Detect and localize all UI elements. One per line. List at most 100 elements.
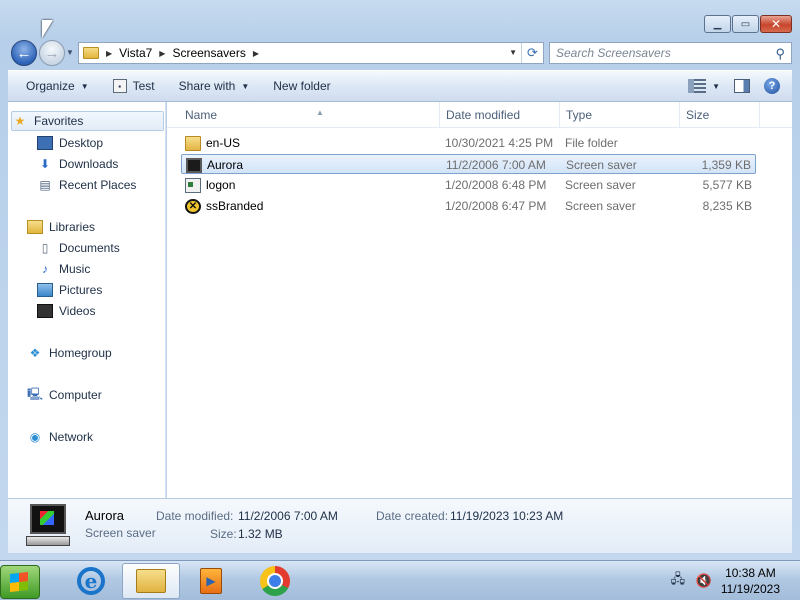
file-size: 8,235 KB — [702, 199, 752, 213]
computer-base — [26, 536, 70, 546]
nav-item-desktop[interactable]: Desktop — [37, 133, 103, 153]
file-date: 10/30/2021 4:25 PM — [445, 136, 554, 150]
date-modified-label: Date modified: — [156, 509, 234, 523]
homegroup-icon: ❖ — [29, 346, 41, 360]
details-file-type: Screen saver — [85, 526, 156, 540]
nav-item-videos[interactable]: Videos — [37, 301, 95, 321]
logon-icon — [185, 178, 201, 193]
window-controls: ▁ ▭ ✕ — [704, 15, 792, 33]
organize-button[interactable]: Organize ▼ — [8, 71, 99, 101]
screen-test-icon: ▪ — [112, 79, 127, 93]
organize-label: Organize — [26, 79, 75, 93]
file-type: File folder — [565, 136, 618, 150]
nav-item-music[interactable]: ♪ Music — [37, 259, 90, 279]
breadcrumb-screensavers[interactable]: Screensavers — [172, 46, 245, 60]
column-header-date[interactable]: Date modified — [440, 102, 560, 128]
search-placeholder: Search Screensavers — [556, 46, 671, 60]
search-input[interactable]: Search Screensavers ⚲ — [549, 42, 792, 64]
maximize-button[interactable]: ▭ — [732, 15, 759, 33]
windows-logo-icon — [10, 572, 28, 592]
change-view-icon[interactable] — [688, 79, 707, 93]
file-row[interactable]: logon 1/20/2008 6:48 PM Screen saver 5,5… — [181, 175, 756, 195]
taskbar-chrome[interactable] — [246, 563, 304, 599]
media-player-icon: ▶ — [200, 568, 222, 594]
nav-label: Documents — [59, 241, 120, 255]
file-name: ssBranded — [206, 199, 264, 213]
monitor-icon — [186, 158, 202, 173]
share-with-button[interactable]: Share with ▼ — [165, 71, 260, 101]
file-date: 11/2/2006 7:00 AM — [446, 158, 546, 172]
column-label: Size — [686, 108, 710, 122]
address-dropdown-icon[interactable]: ▼ — [509, 48, 517, 57]
nav-item-computer[interactable]: 🖳 Computer — [27, 385, 102, 405]
navigation-pane: ★ Favorites Desktop ⬇ Downloads ▤ Recent… — [8, 102, 166, 498]
recent-places-icon: ▤ — [39, 178, 51, 192]
nav-item-network[interactable]: ◉ Network — [27, 427, 93, 447]
file-row[interactable]: Aurora 11/2/2006 7:00 AM Screen saver 1,… — [181, 154, 756, 174]
nav-item-pictures[interactable]: Pictures — [37, 280, 102, 300]
taskbar-media-player[interactable]: ▶ — [182, 563, 240, 599]
nav-label: Network — [49, 430, 94, 444]
preview-pane-icon[interactable] — [734, 79, 750, 93]
file-type: Screen saver — [565, 178, 636, 192]
file-name: Aurora — [207, 158, 244, 172]
nav-item-downloads[interactable]: ⬇ Downloads — [37, 154, 118, 174]
folder-icon — [83, 47, 99, 59]
network-status-icon[interactable]: 🖧 — [669, 571, 687, 589]
column-header-size[interactable]: Size — [680, 102, 760, 128]
taskbar-windows-explorer[interactable] — [122, 563, 180, 599]
column-header-type[interactable]: Type — [560, 102, 680, 128]
recent-pages-dropdown[interactable]: ▼ — [66, 48, 74, 57]
back-button[interactable]: ← — [11, 40, 37, 66]
view-options-chevron-icon[interactable]: ▼ — [712, 82, 720, 91]
nav-label: Libraries — [49, 220, 96, 234]
nav-item-documents[interactable]: ▯ Documents — [37, 238, 120, 258]
folder-icon — [185, 136, 201, 151]
nav-item-favorites[interactable]: ★ Favorites — [11, 111, 164, 131]
breadcrumb-chevron-icon[interactable]: ▶ — [106, 49, 112, 58]
clock-date: 11/19/2023 — [720, 582, 780, 596]
taskbar-internet-explorer[interactable]: e — [62, 563, 120, 599]
desktop-icon — [37, 136, 53, 150]
nav-item-recent-places[interactable]: ▤ Recent Places — [37, 175, 136, 195]
size-value: 1.32 MB — [238, 527, 283, 541]
date-created-value: 11/19/2023 10:23 AM — [450, 509, 564, 523]
breadcrumb-chevron-icon[interactable]: ▶ — [253, 49, 259, 58]
file-size: 5,577 KB — [702, 178, 752, 192]
refresh-icon[interactable]: ⟳ — [521, 43, 543, 63]
nav-label: Homegroup — [49, 346, 112, 360]
minimize-button[interactable]: ▁ — [704, 15, 731, 33]
date-modified-value: 11/2/2006 7:00 AM — [238, 509, 338, 523]
file-size: 1,359 KB — [701, 158, 751, 172]
nav-label: Music — [59, 262, 91, 276]
forward-button[interactable]: → — [39, 40, 65, 66]
nav-label: Downloads — [59, 157, 119, 171]
test-button[interactable]: ▪ Test — [99, 71, 165, 101]
search-icon[interactable]: ⚲ — [775, 46, 785, 62]
column-headers: Name ▲ Date modified Type Size — [167, 102, 792, 128]
file-row[interactable]: ✕ ssBranded 1/20/2008 6:47 PM Screen sav… — [181, 196, 756, 216]
nav-item-homegroup[interactable]: ❖ Homegroup — [27, 343, 112, 363]
column-header-name[interactable]: Name ▲ — [179, 102, 440, 128]
new-folder-button[interactable]: New folder — [259, 71, 340, 101]
column-label: Name — [185, 108, 218, 122]
nav-label: Videos — [59, 304, 96, 318]
start-button[interactable] — [0, 565, 40, 599]
file-date: 1/20/2008 6:47 PM — [445, 199, 547, 213]
windows-logo-icon: ✕ — [185, 199, 201, 214]
sort-ascending-icon: ▲ — [316, 108, 324, 117]
clock[interactable]: 10:38 AM 11/19/2023 — [721, 565, 780, 597]
breadcrumb-chevron-icon[interactable]: ▶ — [159, 49, 165, 58]
explorer-window: ▁ ▭ ✕ ← → ▼ ▶ Vista7 ▶ Screensavers ▶ ▼ … — [0, 0, 800, 560]
file-row[interactable]: en-US 10/30/2021 4:25 PM File folder — [181, 133, 756, 153]
title-bar[interactable]: ▁ ▭ ✕ — [0, 0, 800, 38]
size-label: Size: — [210, 527, 237, 541]
nav-label: Desktop — [59, 136, 104, 150]
chrome-icon — [260, 566, 290, 596]
help-icon[interactable]: ? — [764, 78, 780, 94]
nav-item-libraries[interactable]: Libraries — [27, 217, 95, 237]
breadcrumb-vista7[interactable]: Vista7 — [119, 46, 152, 60]
close-button[interactable]: ✕ — [760, 15, 792, 33]
volume-muted-icon[interactable]: 🔇 — [695, 573, 713, 589]
address-bar[interactable]: ▶ Vista7 ▶ Screensavers ▶ ▼ ⟳ — [78, 42, 544, 64]
